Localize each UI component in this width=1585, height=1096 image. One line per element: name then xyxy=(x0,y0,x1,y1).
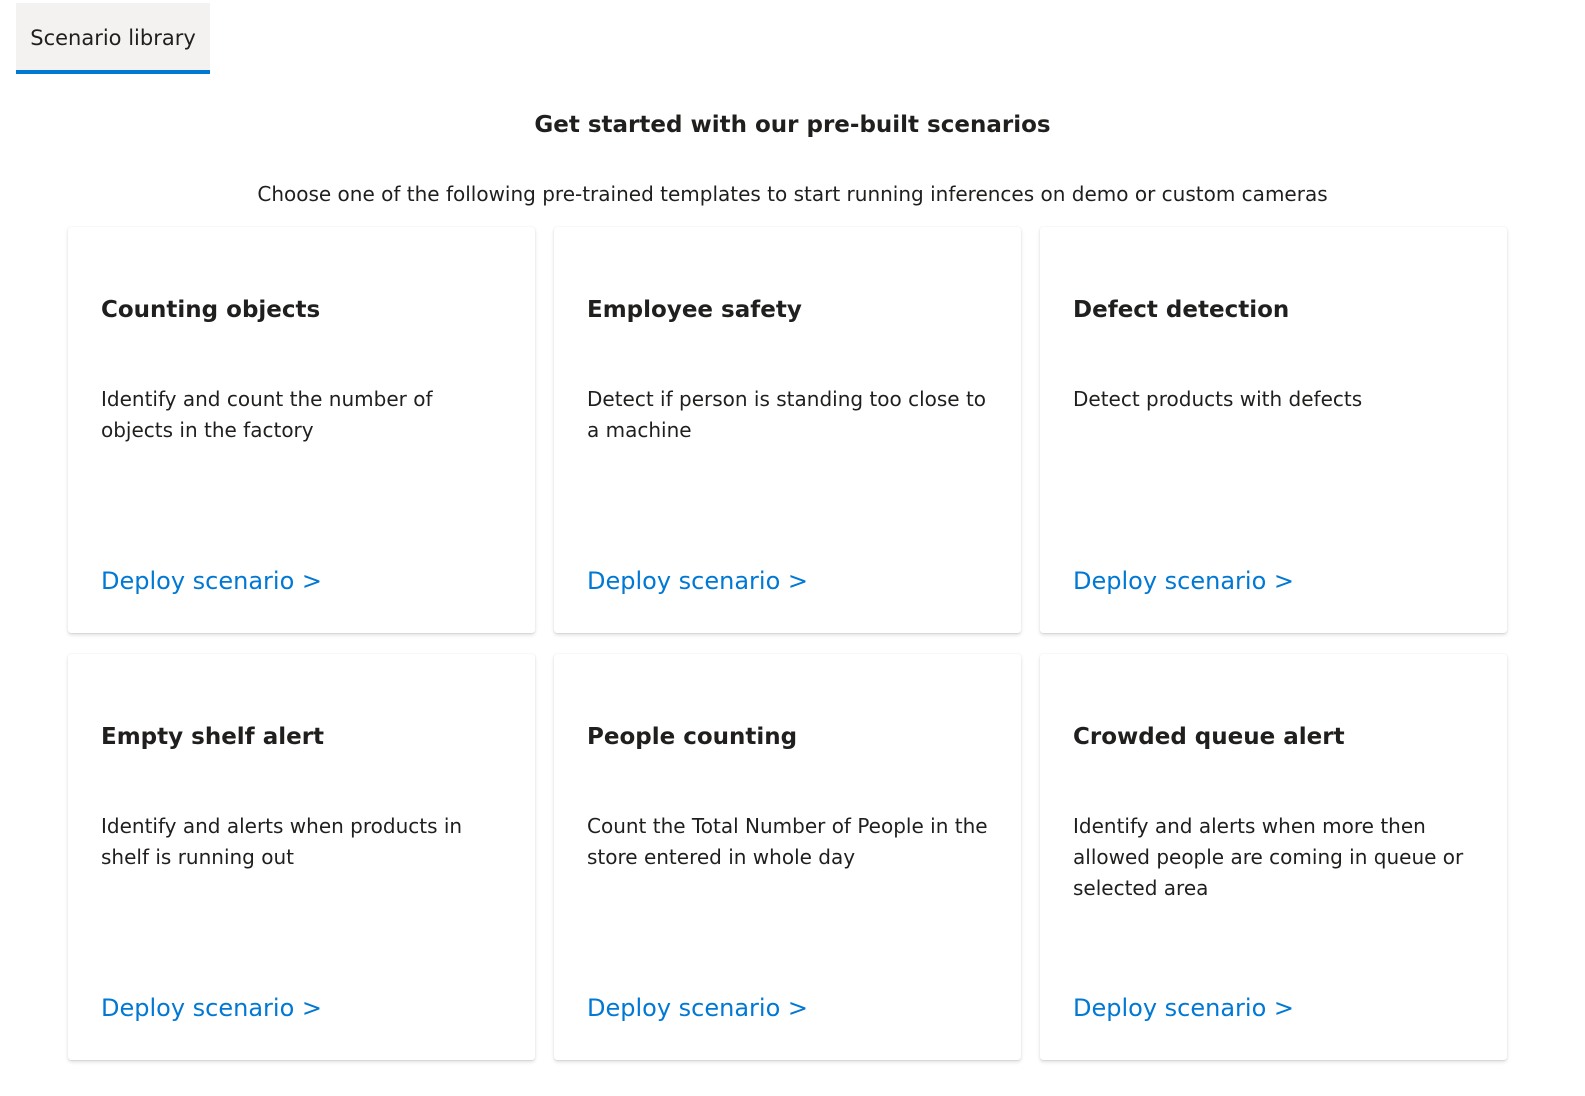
deploy-scenario-link[interactable]: Deploy scenario > xyxy=(587,994,808,1022)
card-description: Identify and count the number of objects… xyxy=(101,387,433,442)
tab-scenario-library[interactable]: Scenario library xyxy=(16,3,210,74)
scenario-card-defect-detection: Defect detection Detect products with de… xyxy=(1040,227,1507,633)
card-description: Identify and alerts when products in she… xyxy=(101,814,463,869)
deploy-scenario-link[interactable]: Deploy scenario > xyxy=(587,567,808,595)
card-title: Employee safety xyxy=(587,297,802,323)
card-title: Empty shelf alert xyxy=(101,724,325,750)
scenario-card-people-counting: People counting Count the Total Number o… xyxy=(554,654,1021,1060)
card-title: Defect detection xyxy=(1073,297,1290,323)
scenario-card-crowded-queue-alert: Crowded queue alert Identify and alerts … xyxy=(1040,654,1507,1060)
card-description: Detect products with defects xyxy=(1073,387,1363,411)
card-description: Detect if person is standing too close t… xyxy=(587,387,987,442)
card-description: Identify and alerts when more then allow… xyxy=(1073,814,1464,900)
deploy-scenario-link[interactable]: Deploy scenario > xyxy=(1073,994,1294,1022)
page-subtitle: Choose one of the following pre-trained … xyxy=(257,182,1328,206)
card-title: Crowded queue alert xyxy=(1073,724,1345,750)
page-title: Get started with our pre-built scenarios xyxy=(534,112,1051,138)
scenario-grid: Counting objects Identify and count the … xyxy=(68,227,1507,1060)
deploy-scenario-link[interactable]: Deploy scenario > xyxy=(101,567,322,595)
card-title: People counting xyxy=(587,724,798,750)
scenario-card-employee-safety: Employee safety Detect if person is stan… xyxy=(554,227,1021,633)
deploy-scenario-link[interactable]: Deploy scenario > xyxy=(101,994,322,1022)
scenario-card-empty-shelf-alert: Empty shelf alert Identify and alerts wh… xyxy=(68,654,535,1060)
card-title: Counting objects xyxy=(101,297,321,323)
scenario-card-counting-objects: Counting objects Identify and count the … xyxy=(68,227,535,633)
card-description: Count the Total Number of People in the … xyxy=(587,814,988,869)
deploy-scenario-link[interactable]: Deploy scenario > xyxy=(1073,567,1294,595)
